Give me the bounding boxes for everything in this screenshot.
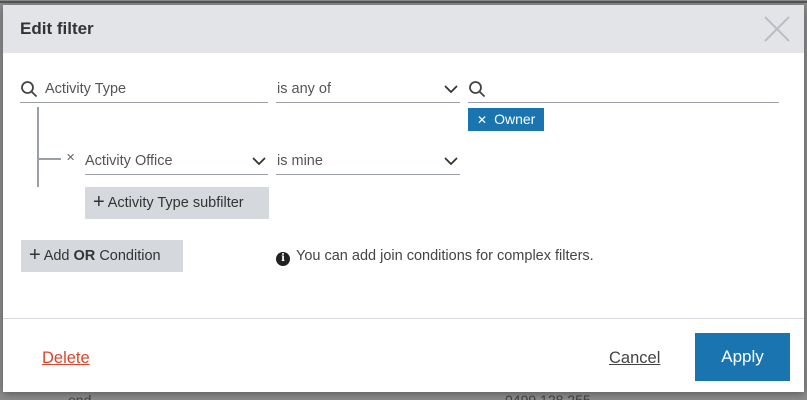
subfilter-operator-value: is mine	[277, 153, 323, 169]
cancel-link[interactable]: Cancel	[609, 349, 660, 368]
remove-subfilter-button[interactable]: ✕	[66, 151, 75, 164]
backdrop-divider	[0, 1, 807, 3]
selected-value-tag: ✕ Owner	[468, 108, 545, 131]
tree-connector-horizontal	[37, 158, 61, 160]
dialog-header: Edit filter	[3, 5, 804, 53]
close-button[interactable]	[762, 14, 792, 44]
search-icon	[469, 81, 486, 98]
delete-link[interactable]: Delete	[42, 349, 90, 368]
tag-label: Owner	[494, 111, 536, 127]
info-message: i You can add join conditions for complex…	[276, 248, 594, 266]
chevron-down-icon	[444, 157, 458, 166]
remove-icon[interactable]: ✕	[477, 113, 487, 127]
edit-filter-dialog: Edit filter Activity Type is any of ✕ Own…	[3, 5, 804, 392]
plus-icon: +	[93, 191, 105, 213]
filter-operator-select[interactable]: is any of	[276, 77, 460, 103]
chevron-down-icon	[252, 157, 266, 166]
filter-value-search[interactable]	[468, 77, 779, 103]
dialog-title: Edit filter	[20, 19, 94, 38]
subfilter-field-value: Activity Office	[85, 153, 173, 169]
tree-connector-vertical	[37, 107, 39, 187]
add-or-suffix: Condition	[99, 248, 161, 264]
add-or-prefix: Add	[43, 248, 70, 264]
footer-divider	[3, 318, 804, 319]
add-or-condition-button[interactable]: + Add OR Condition	[21, 240, 183, 272]
apply-button[interactable]: Apply	[695, 333, 790, 381]
add-or-keyword: OR	[73, 248, 96, 264]
filter-field-value: Activity Type	[45, 81, 127, 97]
filter-operator-value: is any of	[277, 81, 331, 97]
plus-icon: +	[29, 244, 41, 266]
add-subfilter-label: Activity Type subfilter	[107, 195, 244, 211]
search-icon	[21, 81, 38, 98]
info-icon: i	[276, 252, 290, 266]
add-subfilter-button[interactable]: + Activity Type subfilter	[85, 187, 269, 219]
subfilter-operator-select[interactable]: is mine	[276, 149, 460, 175]
filter-field-select[interactable]: Activity Type	[20, 77, 268, 103]
backdrop-text: ond	[68, 392, 92, 400]
chevron-down-icon	[444, 85, 458, 94]
subfilter-field-select[interactable]: Activity Office	[85, 149, 268, 175]
close-icon	[764, 16, 790, 42]
info-text: You can add join conditions for complex …	[296, 248, 594, 264]
backdrop-text: 0499 128 255	[505, 392, 591, 400]
